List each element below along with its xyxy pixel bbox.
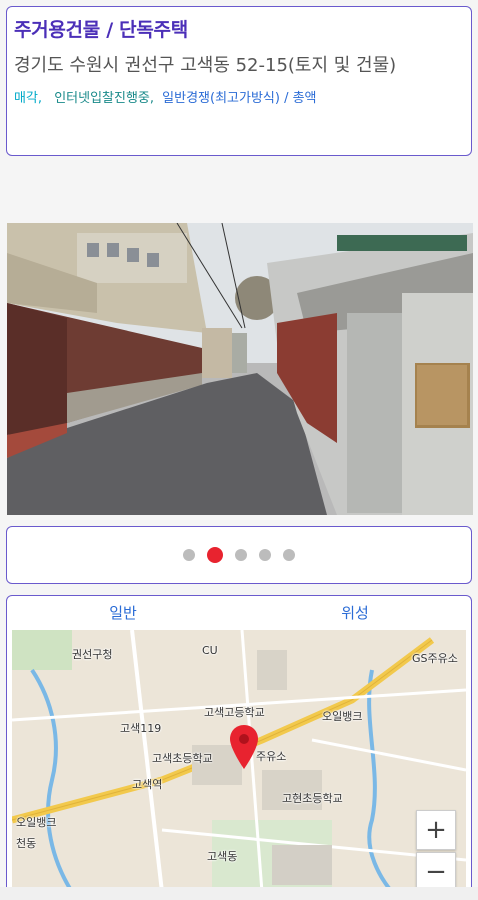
tab-satellite-map[interactable]: 위성: [239, 602, 471, 623]
map-label-gs-station: GS주유소: [412, 652, 458, 665]
carousel-dot[interactable]: [183, 549, 195, 561]
carousel-dot-active[interactable]: [207, 547, 223, 563]
carousel-indicator: [6, 526, 472, 584]
map-label-gohyeon-elem: 고현초등학교: [282, 792, 343, 805]
bottom-bar: [0, 887, 478, 900]
map-label-gosaek-high: 고색고등학교: [204, 706, 265, 719]
map-view[interactable]: 권선구청 CU GS주유소 고색고등학교 오일뱅크 고색119 고색초등학교 주…: [12, 630, 466, 892]
tab-general-map[interactable]: 일반: [7, 602, 239, 623]
zoom-out-button[interactable]: −: [416, 852, 456, 892]
map-card: 일반 위성 권선구청 CU GS주유소 고색고등학교 오일뱅크 고색119 고색…: [6, 595, 472, 895]
map-label-cu: CU: [202, 644, 218, 657]
map-label-gosaek-elem: 고색초등학교: [152, 752, 213, 765]
map-label-gosaek-dong: 고색동: [207, 850, 238, 863]
carousel-dot[interactable]: [235, 549, 247, 561]
map-label-gwonseon-office: 권선구청: [72, 648, 113, 661]
listing-category: 주거용건물 / 단독주택: [14, 19, 188, 41]
listing-info-card: 주거용건물 / 단독주택 경기도 수원시 권선구 고색동 52-15(토지 및 …: [6, 6, 472, 156]
map-label-gosaek-119: 고색119: [120, 722, 162, 735]
carousel-dot[interactable]: [259, 549, 271, 561]
tag-bid-type: 일반경쟁(최고가방식) / 총액: [162, 91, 317, 106]
zoom-in-button[interactable]: +: [416, 810, 456, 850]
map-label-oil-bank-2: 오일뱅크: [16, 816, 57, 829]
map-label-oil-bank-1: 오일뱅크: [322, 710, 363, 723]
map-label-area: 천동: [16, 837, 37, 850]
tag-status: 인터넷입찰진행중,: [54, 91, 155, 106]
location-pin-icon[interactable]: [230, 725, 258, 769]
carousel-dot[interactable]: [283, 549, 295, 561]
property-photo[interactable]: [7, 223, 473, 515]
street-photo-image: [7, 223, 473, 515]
listing-tags: 매각, 인터넷입찰진행중, 일반경쟁(최고가방식) / 총액: [14, 87, 464, 106]
tag-sale: 매각,: [14, 91, 43, 106]
map-tabs: 일반 위성: [7, 596, 471, 628]
listing-address: 경기도 수원시 권선구 고색동 52-15(토지 및 건물): [14, 55, 397, 76]
map-label-gosaek-station: 고색역: [132, 778, 163, 791]
map-label-gas-station: 주유소: [256, 750, 287, 763]
